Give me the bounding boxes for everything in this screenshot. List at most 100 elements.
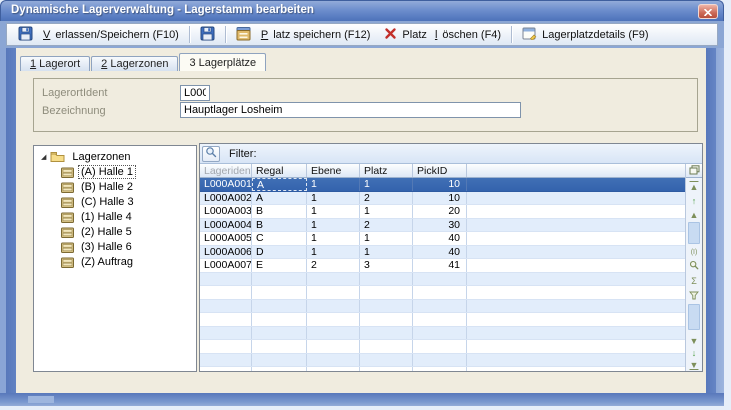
tree-item[interactable]: (1) Halle 4: [61, 210, 135, 224]
filter-search-button[interactable]: [202, 146, 220, 162]
tree-item[interactable]: (A) Halle 1: [61, 165, 136, 179]
toolbar-separator: [225, 26, 226, 43]
cell-platz[interactable]: 1: [360, 232, 413, 245]
zone-icon: [61, 227, 74, 238]
search-icon[interactable]: [686, 260, 702, 270]
tree-item[interactable]: (B) Halle 2: [61, 180, 136, 194]
cell-lagerident[interactable]: L000A004: [200, 219, 252, 232]
scrollbar-thumb[interactable]: [688, 304, 700, 330]
table-row[interactable]: L000A006 D 1 1 40: [200, 246, 685, 260]
save-place-button[interactable]: Platz speichern (F12): [229, 23, 378, 47]
table-row[interactable]: L000A003 B 1 1 20: [200, 205, 685, 219]
cell-ebene[interactable]: 1: [307, 192, 360, 205]
tree-root-label[interactable]: Lagerzonen: [69, 150, 133, 164]
cell-platz[interactable]: 2: [360, 219, 413, 232]
folder-icon: [50, 151, 65, 163]
scroll-to-bottom-icon[interactable]: ▼: [686, 360, 702, 370]
tree-item-label[interactable]: (2) Halle 5: [78, 225, 135, 239]
cell-pickid[interactable]: 20: [413, 205, 467, 218]
tree-expander-icon[interactable]: ◢: [41, 154, 46, 161]
cell-pickid[interactable]: 40: [413, 246, 467, 259]
tree-item-label[interactable]: (B) Halle 2: [78, 180, 136, 194]
cell-pickid[interactable]: 40: [413, 232, 467, 245]
tab-lagerplaetze[interactable]: 3 Lagerplätze: [179, 53, 266, 71]
sum-icon[interactable]: Σ: [686, 276, 702, 286]
tree-item-label[interactable]: (1) Halle 4: [78, 210, 135, 224]
bezeichnung-field[interactable]: [180, 102, 521, 118]
cell-lagerident[interactable]: L000A005: [200, 232, 252, 245]
tree-item[interactable]: (3) Halle 6: [61, 240, 135, 254]
tree-item-label[interactable]: (3) Halle 6: [78, 240, 135, 254]
cell-lagerident[interactable]: L000A007: [200, 259, 252, 272]
column-header[interactable]: PickID: [413, 164, 467, 177]
cell-ebene[interactable]: 1: [307, 178, 360, 191]
save-button[interactable]: [193, 23, 222, 47]
cell-ebene[interactable]: 1: [307, 232, 360, 245]
tree-item-label[interactable]: (Z) Auftrag: [78, 255, 136, 269]
cell-platz[interactable]: 1: [360, 205, 413, 218]
tree-root[interactable]: ◢ Lagerzonen: [41, 150, 134, 164]
column-header-filler: [467, 164, 685, 177]
cell-pickid[interactable]: 10: [413, 178, 467, 191]
tree-item-label[interactable]: (C) Halle 3: [78, 195, 137, 209]
cell-ebene[interactable]: 2: [307, 259, 360, 272]
cell-pickid[interactable]: 10: [413, 192, 467, 205]
scrollbar-thumb[interactable]: [688, 222, 700, 244]
tree-item-label[interactable]: (A) Halle 1: [78, 165, 136, 179]
resize-grip[interactable]: [28, 396, 54, 403]
tree-item[interactable]: (2) Halle 5: [61, 225, 135, 239]
cell-lagerident[interactable]: L000A002: [200, 192, 252, 205]
cell-platz[interactable]: 3: [360, 259, 413, 272]
cell-filler: [467, 219, 685, 232]
cell-ebene[interactable]: 1: [307, 205, 360, 218]
cell-platz[interactable]: 1: [360, 178, 413, 191]
cell-regal[interactable]: E: [252, 259, 307, 272]
cell-pickid[interactable]: 41: [413, 259, 467, 272]
column-header[interactable]: Regal: [252, 164, 307, 177]
column-header[interactable]: Ebene: [307, 164, 360, 177]
cell-regal[interactable]: C: [252, 232, 307, 245]
tree-item[interactable]: (Z) Auftrag: [61, 255, 136, 269]
row-down-icon[interactable]: ▼: [686, 336, 702, 346]
close-button[interactable]: [698, 4, 718, 19]
place-details-button[interactable]: Lagerplatzdetails (F9): [515, 23, 655, 46]
cell-lagerident[interactable]: L000A006: [200, 246, 252, 259]
cell-platz[interactable]: 1: [360, 246, 413, 259]
page-down-icon[interactable]: ↓: [686, 348, 702, 358]
leave-save-button[interactable]: Verlassen/Speichern (F10): [11, 23, 186, 47]
table-row[interactable]: L000A004 B 1 2 30: [200, 219, 685, 233]
column-header[interactable]: Lagerident: [200, 164, 252, 177]
filter-funnel-icon[interactable]: [686, 291, 702, 300]
cell-lagerident[interactable]: L000A001: [200, 178, 252, 191]
tab-lagerzonen[interactable]: 2 Lagerzonen: [91, 56, 178, 71]
title-bar[interactable]: Dynamische Lagerverwaltung - Lagerstamm …: [0, 0, 724, 21]
table-row[interactable]: L000A002 A 1 2 10: [200, 192, 685, 206]
table-row[interactable]: L000A007 E 2 3 41: [200, 259, 685, 273]
cell-ebene[interactable]: 1: [307, 219, 360, 232]
button-label: Platz: [402, 29, 430, 41]
cell-pickid[interactable]: 30: [413, 219, 467, 232]
cell-platz[interactable]: 2: [360, 192, 413, 205]
zone-icon: [61, 257, 74, 268]
table-row[interactable]: L000A005 C 1 1 40: [200, 232, 685, 246]
cell-regal[interactable]: B: [252, 219, 307, 232]
copy-button[interactable]: [686, 164, 702, 178]
page-up-icon[interactable]: ↑: [686, 196, 702, 206]
cell-regal[interactable]: A: [252, 192, 307, 205]
column-header[interactable]: Platz: [360, 164, 413, 177]
cell-regal[interactable]: D: [252, 246, 307, 259]
cell-regal[interactable]: B: [252, 205, 307, 218]
tab-lagerort[interactable]: 1 Lagerort: [20, 56, 90, 71]
lagerortident-field[interactable]: [180, 85, 210, 101]
delete-place-button[interactable]: Platz löschen (F4): [377, 24, 508, 46]
tree-item[interactable]: (C) Halle 3: [61, 195, 137, 209]
fit-columns-icon[interactable]: (Ι): [686, 248, 702, 258]
scroll-to-top-icon[interactable]: ▲: [686, 182, 702, 192]
cell-lagerident[interactable]: L000A003: [200, 205, 252, 218]
empty-row: [200, 286, 685, 300]
cell-regal-focused[interactable]: A: [252, 178, 307, 191]
row-up-icon[interactable]: ▲: [686, 210, 702, 220]
cell-ebene[interactable]: 1: [307, 246, 360, 259]
table-row-selected[interactable]: L000A001 A 1 1 10: [200, 178, 685, 192]
toolbar-separator: [511, 26, 512, 43]
